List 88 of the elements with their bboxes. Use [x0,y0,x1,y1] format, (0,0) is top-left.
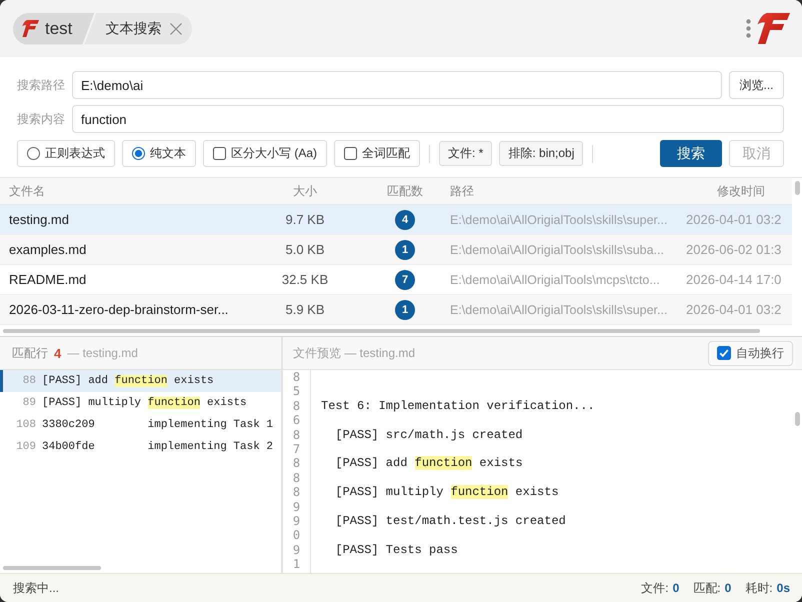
file-size-cell: 9.7 KB [285,212,325,227]
modified-time-cell: 2026-04-14 17:0 [686,272,782,287]
radio-option[interactable]: 正则表达式 [17,140,115,167]
file-size-cell: 5.9 KB [285,302,325,317]
match-line[interactable]: 89 [PASS] multiply function exists [0,392,281,414]
option-label: 纯文本 [150,145,186,162]
match-text: 3380c209 implementing Task 1 [42,419,274,431]
radio-option[interactable]: 纯文本 [122,140,196,167]
line-number: 89 [22,397,37,409]
file-name-cell: examples.md [9,242,86,257]
match-line[interactable]: 109 34b00fde implementing Task 2 [0,436,281,458]
file-size-cell: 5.0 KB [285,242,325,257]
result-row[interactable]: examples.md 5.0 KB 1 E:\demo\ai\AllOrigialTools\skills\suba... 2026-06-02 01:3 [0,235,792,265]
code-line: [PASS] Tests pass [334,542,458,558]
modified-time-cell: 2026-06-02 01:3 [686,242,782,257]
tab[interactable]: 文本搜索 [84,12,192,44]
line-number: 88 [292,456,300,486]
result-row[interactable]: testing.md 9.7 KB 4 E:\demo\ai\AllOrigialTools\skills\super... 2026-04-01 03:2 [0,205,792,235]
line-number: 109 [15,441,37,453]
line-number: 90 [292,514,300,543]
stat-label: 匹配: [693,580,721,596]
result-row[interactable]: 2026-03-11-zero-dep-brainstorm-ser... 5.9 KB 1 E:\demo\ai\AllOrigialTools\skills\super... 2026-04-01 03:2 [0,295,792,325]
close-icon[interactable] [170,22,182,34]
file-name-cell: 2026-03-11-zero-dep-brainstorm-ser... [9,302,228,317]
match-text: 34b00fde implementing Task 2 [42,441,274,453]
vertical-scrollbar[interactable] [794,181,800,195]
status-message: 搜索中... [13,580,60,596]
file-name-cell: README.md [9,272,86,287]
match-count-badge: 1 [395,300,415,320]
match-text: [PASS] add function exists [42,375,214,387]
match-text: [PASS] multiply function exists [42,397,247,409]
stat-value: 0s [776,581,790,595]
code-line: [PASS] src/math.js created [334,428,523,442]
app-name: test [45,18,72,38]
match-count-badge: 7 [395,270,415,290]
horizontal-scrollbar[interactable] [3,328,760,332]
line-number: 91 [292,542,300,572]
modified-time-cell: 2026-04-01 03:2 [686,212,782,227]
modified-time-cell: 2026-04-01 03:2 [686,302,782,317]
tab-label: 文本搜索 [105,20,162,38]
match-line[interactable]: 108 3380c209 implementing Task 1 [0,414,281,436]
horizontal-scrollbar[interactable] [3,566,101,570]
field-label: 搜索内容 [17,110,65,128]
search-input[interactable]: function [72,105,784,133]
field-label: 搜索路径 [17,76,65,94]
filter-button[interactable]: 文件: * [439,141,492,166]
file-name-cell: testing.md [9,212,69,227]
line-number: 89 [292,485,300,514]
file-path-cell: E:\demo\ai\AllOrigialTools\mcps\tcto... [450,272,660,286]
line-number: 88 [22,375,37,387]
option-label: 正则表达式 [45,145,105,162]
stat-label: 文件: [641,580,669,596]
file-name: — testing.md [67,346,138,360]
line-number: 108 [15,419,37,431]
option-label: 全词匹配 [362,145,410,162]
file-size-cell: 32.5 KB [282,272,328,287]
stat-label: 耗时: [745,580,773,596]
more-menu-icon[interactable] [746,19,751,38]
browse-button[interactable]: 浏览... [729,71,784,99]
match-count-badge: 1 [395,240,415,260]
option-label: 区分大小写 (Aa) [231,145,318,162]
stat-value: 0 [672,581,680,595]
line-number: 86 [292,398,300,428]
checkbox-option[interactable]: 全词匹配 [334,140,420,167]
code-line: [PASS] multiply function exists [334,485,559,500]
vertical-scrollbar[interactable] [794,412,800,426]
line-number: 85 [292,370,300,399]
search-button[interactable]: 搜索 [660,140,722,167]
home-tab[interactable]: test [13,12,94,44]
word-wrap-toggle[interactable]: 自动换行 [708,340,793,366]
toggle-label: 自动换行 [736,344,784,362]
code-line: [PASS] test/math.test.js created [334,514,566,528]
line-number: 87 [292,428,300,456]
checkbox-option[interactable]: 区分大小写 (Aa) [203,140,328,167]
match-count-badge: 4 [395,210,415,230]
path-input[interactable]: E:\demo\ai [72,71,722,99]
code-line: [PASS] add function exists [334,456,523,471]
filter-button[interactable]: 排除: bin;obj [499,141,584,166]
pane-title: 匹配行 [12,344,48,362]
logo-icon [757,13,790,44]
stat-value: 0 [724,581,732,595]
pane-title: 文件预览 — testing.md [293,344,416,362]
code-line: Test 6: Implementation verification... [320,398,595,414]
file-path-cell: E:\demo\ai\AllOrigialTools\skills\super... [450,302,668,316]
match-count: 4 [54,346,62,360]
file-path-cell: E:\demo\ai\AllOrigialTools\skills\suba... [450,242,664,256]
file-path-cell: E:\demo\ai\AllOrigialTools\skills\super... [450,212,668,226]
logo-icon [22,20,39,37]
